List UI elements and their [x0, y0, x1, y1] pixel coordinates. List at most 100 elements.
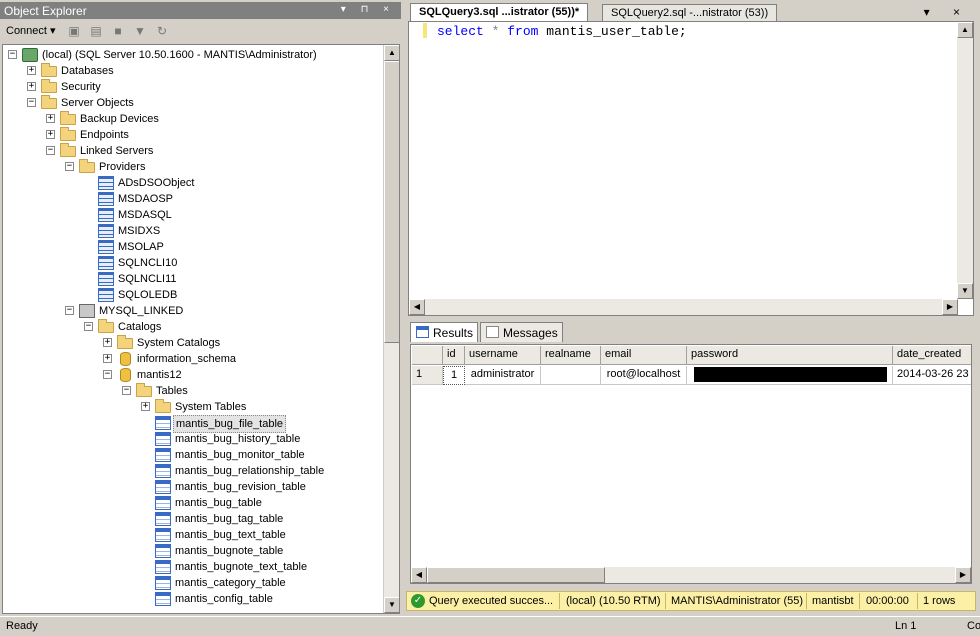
collapse-icon[interactable]: − — [84, 322, 93, 331]
tab-sqlquery3[interactable]: SQLQuery3.sql ...istrator (55))* — [410, 3, 589, 22]
tree-node-label[interactable]: information_schema — [135, 351, 238, 367]
tree-node[interactable]: SQLNCLI10 — [3, 255, 381, 271]
expand-icon[interactable]: + — [103, 354, 112, 363]
tree-node-label[interactable]: MSIDXS — [116, 223, 162, 239]
scroll-left-icon[interactable]: ◀ — [409, 299, 425, 315]
tree-node-label[interactable]: SQLNCLI10 — [116, 255, 179, 271]
pin-icon[interactable]: ⊓ — [361, 4, 375, 15]
tree-node[interactable]: mantis_config_table — [3, 591, 381, 607]
cell-id[interactable]: 1 — [443, 366, 465, 385]
tree-node-label[interactable]: ADsDSOObject — [116, 175, 196, 191]
tree-node-label[interactable]: Security — [59, 79, 103, 95]
expand-icon[interactable]: + — [103, 338, 112, 347]
tree-node[interactable]: mantis_bug_revision_table — [3, 479, 381, 495]
collapse-icon[interactable]: − — [65, 306, 74, 315]
tree-node-label[interactable]: SQLOLEDB — [116, 287, 179, 303]
column-header-password[interactable]: password — [687, 346, 893, 365]
tree-node[interactable]: SQLOLEDB — [3, 287, 381, 303]
connect-server-icon[interactable]: ▣ — [66, 24, 82, 38]
scroll-right-icon[interactable]: ▶ — [942, 299, 958, 315]
tree-node[interactable]: mantis_bug_history_table — [3, 431, 381, 447]
collapse-icon[interactable]: − — [27, 98, 36, 107]
tree-node-label[interactable]: mantis_bug_tag_table — [173, 511, 285, 527]
refresh-icon[interactable]: ↻ — [154, 24, 170, 38]
disconnect-icon[interactable]: ▤ — [88, 24, 104, 38]
tree-node-label[interactable]: Databases — [59, 63, 116, 79]
tree-node[interactable]: mantis_bug_monitor_table — [3, 447, 381, 463]
cell-date-created[interactable]: 2014-03-26 23 — [893, 366, 971, 385]
tree-node-label[interactable]: mantis_bugnote_text_table — [173, 559, 309, 575]
close-icon[interactable]: × — [383, 4, 395, 15]
column-header-id[interactable]: id — [443, 346, 465, 365]
tree-node-label[interactable]: MYSQL_LINKED — [97, 303, 185, 319]
tree-node[interactable]: mantis_bug_text_table — [3, 527, 381, 543]
editor-vertical-scrollbar[interactable]: ▲ ▼ — [957, 22, 973, 299]
tree-node-label[interactable]: mantis_category_table — [173, 575, 288, 591]
scroll-right-icon[interactable]: ▶ — [955, 567, 971, 583]
query-text[interactable]: select * from mantis_user_table; — [437, 24, 687, 39]
collapse-icon[interactable]: − — [65, 162, 74, 171]
grid-horizontal-scrollbar[interactable]: ◀ ▶ — [411, 567, 971, 583]
tab-results[interactable]: Results — [410, 322, 479, 342]
tree-node-label[interactable]: mantis_config_table — [173, 591, 275, 607]
tree-node[interactable]: − Tables — [3, 383, 381, 399]
tree-node-label[interactable]: Tables — [154, 383, 190, 399]
tree-node-label[interactable]: mantis_bug_revision_table — [173, 479, 308, 495]
expand-icon[interactable]: + — [141, 402, 150, 411]
tree-node-label[interactable]: mantis_bugnote_table — [173, 543, 285, 559]
cell-username[interactable]: administrator — [465, 366, 541, 385]
cell-realname[interactable] — [541, 366, 601, 385]
cell-email[interactable]: root@localhost — [601, 366, 687, 385]
stop-icon[interactable]: ■ — [110, 24, 126, 38]
tree-node[interactable]: mantis_bug_table — [3, 495, 381, 511]
scroll-thumb[interactable] — [427, 567, 605, 583]
tree-node[interactable]: SQLNCLI11 — [3, 271, 381, 287]
column-header-email[interactable]: email — [601, 346, 687, 365]
tree-node-label[interactable]: System Tables — [173, 399, 248, 415]
scroll-up-icon[interactable]: ▲ — [384, 45, 399, 61]
tree-node[interactable]: + Security — [3, 79, 381, 95]
tree-node[interactable]: MSDASQL — [3, 207, 381, 223]
tree-node-label[interactable]: mantis_bug_text_table — [173, 527, 288, 543]
scroll-down-icon[interactable]: ▼ — [957, 283, 973, 299]
tab-messages[interactable]: Messages — [480, 322, 563, 342]
tree-node-label[interactable]: Endpoints — [78, 127, 131, 143]
column-header-realname[interactable]: realname — [541, 346, 601, 365]
tree-node[interactable]: − (local) (SQL Server 10.50.1600 - MANTIS… — [3, 47, 381, 63]
collapse-icon[interactable]: − — [8, 50, 17, 59]
tree-node[interactable]: − Server Objects — [3, 95, 381, 111]
tree-node[interactable]: mantis_bug_tag_table — [3, 511, 381, 527]
tree-node-label[interactable]: SQLNCLI11 — [116, 271, 179, 287]
tree-node[interactable]: + Endpoints — [3, 127, 381, 143]
tree-node-label[interactable]: (local) (SQL Server 10.50.1600 - MANTIS\… — [40, 47, 319, 63]
row-header[interactable]: 1 — [412, 366, 443, 385]
tree-node[interactable]: − Providers — [3, 159, 381, 175]
collapse-icon[interactable]: − — [46, 146, 55, 155]
tree-node-label[interactable]: mantis_bug_history_table — [173, 431, 302, 447]
tree-node[interactable]: − Catalogs — [3, 319, 381, 335]
column-header-date-created[interactable]: date_created — [893, 346, 971, 365]
dropdown-icon[interactable]: ▾ — [341, 4, 352, 15]
column-header-username[interactable]: username — [465, 346, 541, 365]
tree-node[interactable]: − mantis12 — [3, 367, 381, 383]
tree-node-label[interactable]: Linked Servers — [78, 143, 155, 159]
tree-node[interactable]: + information_schema — [3, 351, 381, 367]
tree-node-label[interactable]: Catalogs — [116, 319, 163, 335]
tree-node[interactable]: MSDAOSP — [3, 191, 381, 207]
object-explorer-tree[interactable]: − (local) (SQL Server 10.50.1600 - MANTIS… — [2, 44, 400, 614]
collapse-icon[interactable]: − — [122, 386, 131, 395]
tree-node[interactable]: + System Catalogs — [3, 335, 381, 351]
scroll-thumb[interactable] — [384, 61, 399, 343]
expand-icon[interactable]: + — [46, 130, 55, 139]
tree-node[interactable]: + Backup Devices — [3, 111, 381, 127]
tree-node-label[interactable]: mantis_bug_monitor_table — [173, 447, 307, 463]
expand-icon[interactable]: + — [27, 66, 36, 75]
tab-window-controls[interactable]: ▾ × — [924, 5, 970, 19]
expand-icon[interactable]: + — [46, 114, 55, 123]
tree-node-label[interactable]: Backup Devices — [78, 111, 161, 127]
expand-icon[interactable]: + — [27, 82, 36, 91]
tree-node-label[interactable]: Server Objects — [59, 95, 136, 111]
query-editor[interactable]: select * from mantis_user_table; ▲ ▼ ◀ ▶ — [408, 21, 974, 316]
tree-node-label[interactable]: System Catalogs — [135, 335, 222, 351]
tree-node-label[interactable]: MSDASQL — [116, 207, 174, 223]
